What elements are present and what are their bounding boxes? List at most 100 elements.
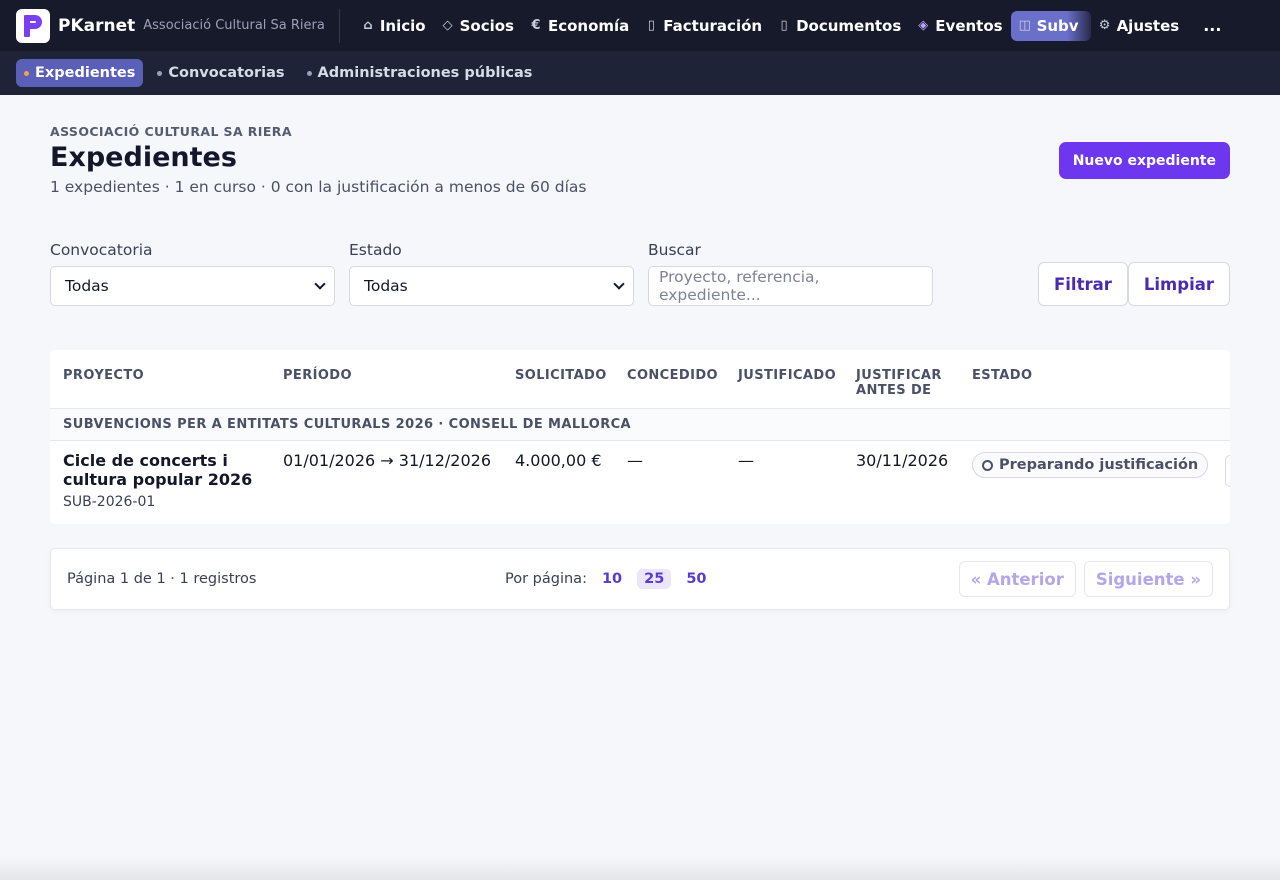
more-menu-button[interactable]: ... [1195,16,1229,35]
chevron-down-icon [613,278,625,290]
buscar-filter: Buscar Proyecto, referencia, expediente.… [648,241,933,306]
page-eyebrow: ASSOCIACIÓ CULTURAL SA RIERA [50,124,292,139]
home-icon: ⌂ [363,18,373,33]
app-logo[interactable] [16,8,50,43]
buscar-label: Buscar [648,241,701,259]
new-expediente-button[interactable]: Nuevo expediente [1058,142,1230,179]
invoice-icon: ▯ [647,18,655,33]
estado-filter: Estado Todas [349,241,634,306]
nav-item-ajustes[interactable]: ⚙ Ajustes [1091,11,1188,41]
nav-label: Ajustes [1116,16,1180,35]
cell-estado: Preparando justificación [972,451,1222,510]
main-nav: ⌂ Inicio ◇ Socios € Economía ▯ Facturación ▯… [354,10,1188,41]
group-row: SUBVENCIONS PER A ENTITATS CULTURALS 202… [50,409,1230,441]
page-title: Expedientes [50,142,237,173]
logo-p-icon [24,14,42,37]
estado-select[interactable]: Todas [349,266,634,306]
pager-info: Página 1 de 1 · 1 registros [67,571,257,587]
cell-periodo: 01/01/2026 → 31/12/2026 [283,451,492,470]
cell-concedido: — [627,451,643,470]
prev-page-button[interactable]: « Anterior [958,561,1076,597]
divider [338,8,340,43]
convocatoria-select[interactable]: Todas [50,266,335,306]
col-concedido: CONCEDIDO [627,368,718,383]
nav-item-socios[interactable]: ◇ Socios [434,11,522,41]
gear-icon: ⚙ [1098,18,1111,33]
cell-justificado: — [738,451,754,470]
pager-nav: « Anterior Siguiente » [958,561,1213,597]
nav-label: Inicio [379,16,426,35]
subnav-label: Convocatorias [168,65,285,81]
table-header: PROYECTO PERÍODO SOLICITADO CONCEDIDO JU… [50,350,1230,409]
per-page-label: Por página: [505,571,587,587]
col-justificar-antes: JUSTIFICAR ANTES DE [856,368,942,398]
event-icon: ◈ [918,18,929,33]
search-input[interactable]: Proyecto, referencia, expediente... [648,266,933,306]
euro-icon: € [531,18,541,33]
circle-icon [982,459,993,471]
col-justificado: JUSTIFICADO [738,368,837,383]
main-content: ASSOCIACIÓ CULTURAL SA RIERA Expedientes… [0,124,1280,610]
estado-label: Estado [349,241,402,259]
filter-button[interactable]: Filtrar [1038,262,1128,306]
select-value: Todas [65,277,109,295]
top-bar: PKarnet Associació Cultural Sa Riera ⌂ In… [0,0,1280,51]
nav-item-documentos[interactable]: ▯ Documentos [770,11,909,41]
bottom-shadow [0,856,1280,880]
page-summary: 1 expedientes · 1 en curso · 0 con la ju… [50,178,587,196]
expedientes-table: PROYECTO PERÍODO SOLICITADO CONCEDIDO JU… [50,350,1230,524]
project-name[interactable]: Cicle de concerts i cultura popular 2026 [63,451,283,489]
per-page-selector: Por página: 10 25 50 [505,569,714,589]
nav-label: Eventos [935,16,1003,35]
nav-item-eventos[interactable]: ◈ Eventos [909,11,1010,41]
cell-justificar-antes: 30/11/2026 [856,451,949,470]
sub-nav: Expedientes Convocatorias Administracion… [0,51,1280,95]
pagination: Página 1 de 1 · 1 registros Por página: … [50,548,1230,610]
book-icon: ◫ [1018,18,1031,33]
nav-label: Subv [1036,16,1079,35]
col-proyecto: PROYECTO [63,368,145,383]
col-periodo: PERÍODO [283,368,352,383]
select-value: Todas [364,277,408,295]
table-row[interactable]: Cicle de concerts i cultura popular 2026… [50,441,1230,524]
col-estado: ESTADO [972,368,1033,383]
nav-item-subvenciones[interactable]: ◫ Subv [1010,10,1091,41]
per-page-50[interactable]: 50 [679,569,713,589]
cell-solicitado: 4.000,00 € [515,451,602,470]
org-name: Associació Cultural Sa Riera [143,18,325,33]
per-page-25[interactable]: 25 [637,569,672,589]
next-page-button[interactable]: Siguiente » [1083,561,1213,597]
subnav-item-administraciones[interactable]: Administraciones públicas [299,59,541,87]
subnav-label: Administraciones públicas [317,65,533,81]
dot-icon [24,70,29,76]
nav-label: Facturación [663,16,763,35]
convocatoria-filter: Convocatoria Todas [50,241,335,306]
subnav-item-expedientes[interactable]: Expedientes [16,59,144,87]
clear-button[interactable]: Limpiar [1127,262,1230,306]
diamond-icon: ◇ [442,18,453,33]
nav-label: Documentos [796,16,902,35]
nav-label: Socios [459,16,514,35]
filters-bar: Convocatoria Todas Estado Todas Buscar P… [50,241,1230,306]
row-action-button[interactable] [1225,455,1230,487]
page-header: ASSOCIACIÓ CULTURAL SA RIERA Expedientes… [50,124,1230,196]
nav-item-inicio[interactable]: ⌂ Inicio [354,11,434,41]
subnav-item-convocatorias[interactable]: Convocatorias [149,59,292,87]
col-solicitado: SOLICITADO [515,368,607,383]
per-page-10[interactable]: 10 [595,569,629,589]
dot-icon [306,70,312,76]
brand-name: PKarnet [58,15,136,36]
filter-actions: Filtrar Limpiar [1038,262,1230,306]
status-badge: Preparando justificación [972,452,1209,478]
subnav-label: Expedientes [35,65,136,81]
status-label: Preparando justificación [999,457,1199,473]
document-icon: ▯ [780,18,788,33]
project-ref: SUB-2026-01 [63,494,156,510]
dot-icon [157,70,163,76]
nav-item-facturacion[interactable]: ▯ Facturación [637,11,770,41]
chevron-down-icon [314,278,326,290]
nav-label: Economía [547,16,630,35]
nav-item-economia[interactable]: € Economía [522,11,637,41]
cell-proyecto: Cicle de concerts i cultura popular 2026… [63,451,283,510]
convocatoria-label: Convocatoria [50,241,153,259]
